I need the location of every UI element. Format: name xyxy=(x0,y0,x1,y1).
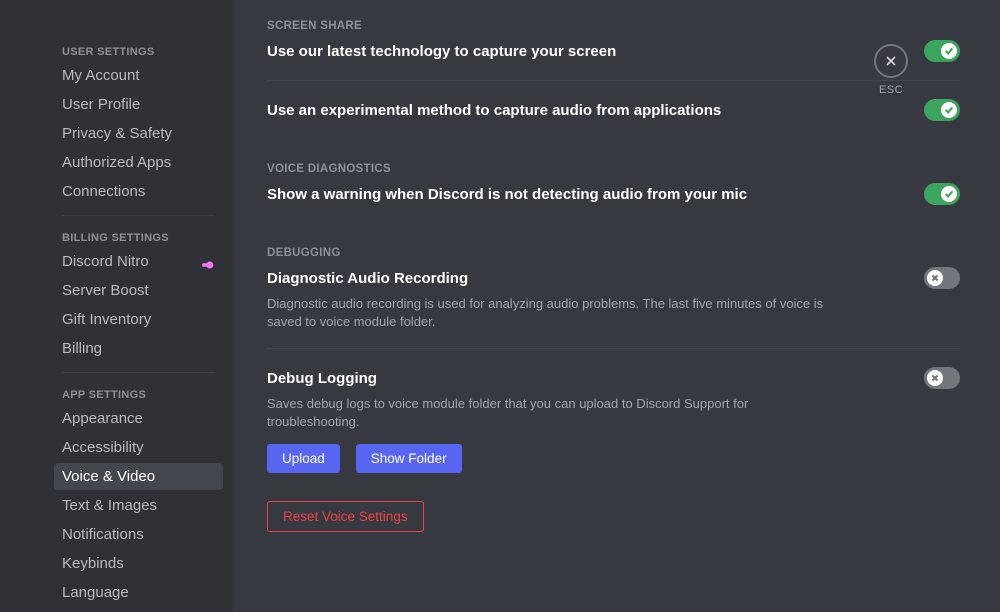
x-icon xyxy=(930,273,940,283)
reset-voice-settings-button[interactable]: Reset Voice Settings xyxy=(267,501,424,532)
close-icon xyxy=(883,53,899,69)
sidebar-item-authorized-apps[interactable]: Authorized Apps xyxy=(54,149,223,176)
sidebar-item-text-images[interactable]: Text & Images xyxy=(54,492,223,519)
close-area: ESC xyxy=(874,44,908,96)
settings-content: ESC SCREEN SHARE Use our latest technolo… xyxy=(233,0,1000,612)
toggle-knob xyxy=(941,43,957,59)
toggle-knob xyxy=(941,186,957,202)
sidebar-item-label: Gift Inventory xyxy=(62,311,151,328)
setting-debug-log: Debug Logging xyxy=(267,367,960,389)
sidebar-item-billing[interactable]: Billing xyxy=(54,335,223,362)
sidebar-item-label: Appearance xyxy=(62,410,143,427)
setting-title: Diagnostic Audio Recording xyxy=(267,270,468,287)
check-icon xyxy=(944,46,954,56)
sidebar-item-label: Discord Nitro xyxy=(62,253,149,270)
toggle-diag-audio[interactable] xyxy=(924,267,960,289)
toggle-app-audio-capture[interactable] xyxy=(924,99,960,121)
debugging-header: DEBUGGING xyxy=(267,247,960,259)
toggle-debug-log[interactable] xyxy=(924,367,960,389)
setting-diag-audio: Diagnostic Audio Recording xyxy=(267,267,960,289)
sidebar-item-label: Text & Images xyxy=(62,497,157,514)
setting-title: Use our latest technology to capture you… xyxy=(267,43,616,60)
setting-app-audio-capture: Use an experimental method to capture au… xyxy=(267,99,960,139)
sidebar-item-notifications[interactable]: Notifications xyxy=(54,521,223,548)
upload-button[interactable]: Upload xyxy=(267,444,340,473)
setting-title: Debug Logging xyxy=(267,370,377,387)
sidebar-item-label: Privacy & Safety xyxy=(62,125,172,142)
sidebar-item-language[interactable]: Language xyxy=(54,579,223,606)
toggle-knob xyxy=(927,370,943,386)
settings-sidebar: USER SETTINGS My Account User Profile Priva… xyxy=(0,0,233,612)
nitro-badge-icon xyxy=(201,257,215,267)
close-button[interactable] xyxy=(874,44,908,78)
toggle-screen-capture[interactable] xyxy=(924,40,960,62)
setting-screen-capture: Use our latest technology to capture you… xyxy=(267,40,960,81)
setting-title: Show a warning when Discord is not detec… xyxy=(267,186,747,203)
toggle-knob xyxy=(927,270,943,286)
sidebar-item-user-profile[interactable]: User Profile xyxy=(54,91,223,118)
close-label: ESC xyxy=(874,84,908,96)
sidebar-item-discord-nitro[interactable]: Discord Nitro xyxy=(54,248,223,275)
screen-share-header: SCREEN SHARE xyxy=(267,20,960,32)
sidebar-section-header: USER SETTINGS xyxy=(54,40,223,62)
sidebar-item-gift-inventory[interactable]: Gift Inventory xyxy=(54,306,223,333)
sidebar-item-label: Server Boost xyxy=(62,282,149,299)
sidebar-item-privacy-safety[interactable]: Privacy & Safety xyxy=(54,120,223,147)
sidebar-item-label: Notifications xyxy=(62,526,144,543)
setting-desc: Saves debug logs to voice module folder … xyxy=(267,395,837,430)
sidebar-divider xyxy=(62,372,215,373)
setting-title: Use an experimental method to capture au… xyxy=(267,102,721,119)
setting-mic-warning: Show a warning when Discord is not detec… xyxy=(267,183,960,223)
sidebar-section-header: APP SETTINGS xyxy=(54,383,223,405)
check-icon xyxy=(944,189,954,199)
sidebar-item-server-boost[interactable]: Server Boost xyxy=(54,277,223,304)
sidebar-item-label: Connections xyxy=(62,183,145,200)
sidebar-item-label: User Profile xyxy=(62,96,140,113)
sidebar-item-voice-video[interactable]: Voice & Video xyxy=(54,463,223,490)
sidebar-item-accessibility[interactable]: Accessibility xyxy=(54,434,223,461)
toggle-knob xyxy=(941,102,957,118)
sidebar-item-appearance[interactable]: Appearance xyxy=(54,405,223,432)
x-icon xyxy=(930,373,940,383)
sidebar-item-label: Billing xyxy=(62,340,102,357)
sidebar-item-label: Language xyxy=(62,584,129,601)
sidebar-item-label: Voice & Video xyxy=(62,468,155,485)
sidebar-section-header: BILLING SETTINGS xyxy=(54,226,223,248)
sidebar-divider xyxy=(62,215,215,216)
sidebar-item-label: Accessibility xyxy=(62,439,144,456)
sidebar-item-keybinds[interactable]: Keybinds xyxy=(54,550,223,577)
show-folder-button[interactable]: Show Folder xyxy=(356,444,462,473)
sidebar-item-my-account[interactable]: My Account xyxy=(54,62,223,89)
sidebar-item-label: Keybinds xyxy=(62,555,124,572)
voice-diagnostics-header: VOICE DIAGNOSTICS xyxy=(267,163,960,175)
toggle-mic-warning[interactable] xyxy=(924,183,960,205)
check-icon xyxy=(944,105,954,115)
sidebar-item-label: Authorized Apps xyxy=(62,154,171,171)
sidebar-item-connections[interactable]: Connections xyxy=(54,178,223,205)
setting-desc: Diagnostic audio recording is used for a… xyxy=(267,295,837,330)
sidebar-item-label: My Account xyxy=(62,67,140,84)
